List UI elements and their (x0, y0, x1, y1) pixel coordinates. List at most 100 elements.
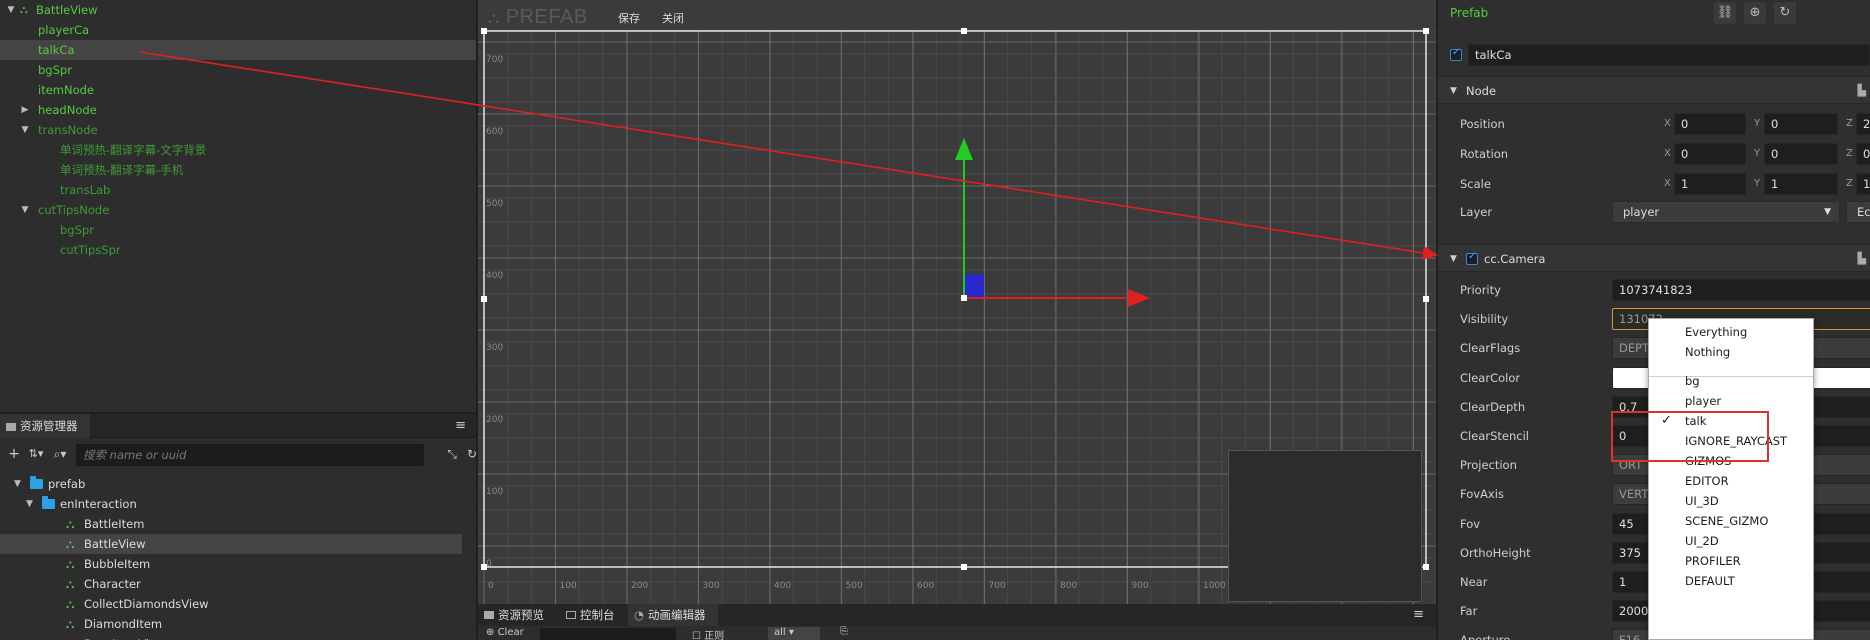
hierarchy-node[interactable]: ▶ headNode (0, 100, 476, 120)
layer-menu-item[interactable]: Nothing (1649, 342, 1813, 362)
collapse-arrow-icon: ▼ (1450, 254, 1457, 264)
tab-assets[interactable]: 资源管理器 (0, 414, 90, 438)
asset-folder-row[interactable]: ▼ enInteraction (0, 494, 462, 514)
search-filter-icon[interactable]: ⌕▾ (50, 444, 70, 464)
hierarchy-node[interactable]: talkCa (0, 40, 476, 60)
scene-view[interactable]: 700 600 500 400 300 200 100 0 0 100 200 300 400 500 60… (478, 0, 1436, 604)
hierarchy-node[interactable]: transLab (0, 180, 476, 200)
asset-prefab-row[interactable]: ⛬ BattleView (0, 534, 462, 554)
add-icon[interactable]: + (4, 444, 24, 464)
asset-prefab-row[interactable]: ⛬ BattleItem (0, 514, 462, 534)
layer-menu-item[interactable]: UI_3D (1649, 491, 1813, 511)
layer-menu-item[interactable]: IGNORE_RAYCAST (1649, 431, 1813, 451)
priority-field[interactable]: 1073741823 (1612, 279, 1870, 301)
asset-prefab-row[interactable]: ⛬DragItemView (0, 634, 462, 640)
console-search-input[interactable] (540, 628, 676, 640)
save-button[interactable]: 保存 (618, 10, 640, 26)
asset-search-input[interactable]: 搜索 name or uuid (76, 444, 424, 466)
hamburger-icon[interactable]: ≡ (1413, 604, 1424, 626)
rotation-z-field[interactable]: 0 (1856, 143, 1870, 165)
collapse-arrow-icon[interactable]: ▼ (14, 474, 21, 494)
layer-menu-item[interactable]: GIZMOS (1649, 451, 1813, 471)
hierarchy-node[interactable]: ▼ ⛬ BattleView (0, 0, 476, 20)
layer-menu-item-label: PROFILER (1685, 554, 1741, 568)
hierarchy-node-label: talkCa (38, 43, 75, 57)
tab-asset-preview[interactable]: 资源预览 (478, 604, 556, 626)
position-x-field[interactable]: 0 (1674, 113, 1746, 135)
scene-toolbar: ⛬ PREFAB 保存 关闭 (478, 0, 1436, 34)
hierarchy-node[interactable]: bgSpr (0, 60, 476, 80)
layer-menu-item[interactable]: DEFAULT (1649, 571, 1813, 591)
hierarchy-node[interactable]: 单词预热-翻译字幕-手机 (0, 160, 476, 180)
hierarchy-node[interactable]: cutTipsSpr (0, 240, 476, 260)
layer-menu-item[interactable]: PROFILER (1649, 551, 1813, 571)
collapse-icon[interactable]: ⤡ (442, 444, 462, 464)
hierarchy-node[interactable]: playerCa (0, 20, 476, 40)
node-name-field[interactable]: talkCa (1468, 44, 1870, 66)
collapse-arrow-icon[interactable]: ▼ (26, 494, 33, 514)
close-button[interactable]: 关闭 (662, 10, 684, 26)
layer-menu-item[interactable]: UI_2D (1649, 531, 1813, 551)
hierarchy-node[interactable]: itemNode (0, 80, 476, 100)
console-icon (566, 611, 576, 619)
collapse-arrow-icon[interactable]: ▼ (20, 120, 30, 140)
asset-prefab-row[interactable]: ⛬ BubbleItem (0, 554, 462, 574)
locate-icon[interactable]: ⊕ (1744, 2, 1766, 24)
hierarchy-node[interactable]: 单词预热-翻译字幕-文字背景 (0, 140, 476, 160)
hierarchy-node[interactable]: ▼ cutTipsNode (0, 200, 476, 220)
tab-console[interactable]: 控制台 (560, 604, 626, 626)
unlink-icon[interactable]: ⛓ (1714, 2, 1736, 24)
tab-animation-editor[interactable]: ◔ 动画编辑器 (628, 604, 718, 626)
hierarchy-node-label: headNode (38, 103, 97, 117)
refresh-icon[interactable]: ↻ (1774, 2, 1796, 24)
console-toolbar: ⊕ Clear ☐ 正则 all ▾ ⎘ (478, 626, 1436, 640)
animation-icon: ◔ (634, 608, 645, 622)
layer-menu-item[interactable]: EDITOR (1649, 471, 1813, 491)
layer-menu-item-label: bg (1685, 374, 1700, 388)
asset-prefab-row[interactable]: ⛬ Character (0, 574, 462, 594)
camera-enabled-checkbox[interactable] (1466, 251, 1478, 265)
copy-icon[interactable]: ⎘ (840, 626, 848, 637)
rotation-y-field[interactable]: 0 (1764, 143, 1838, 165)
scale-z-field[interactable]: 1 (1856, 173, 1870, 195)
layer-menu-item[interactable]: SCENE_GIZMO (1649, 511, 1813, 531)
node-section-header[interactable]: ▼ Node ▙ (1438, 76, 1870, 104)
book-icon[interactable]: ▙ (1858, 245, 1866, 273)
scale-y-field[interactable]: 1 (1764, 173, 1838, 195)
layer-menu-item[interactable]: ✓ talk (1649, 411, 1813, 431)
camera-section-header[interactable]: ▼ cc.Camera ▙ (1438, 244, 1870, 272)
layer-menu-item[interactable]: Everything (1649, 322, 1813, 342)
layer-menu-item-label: GIZMOS (1685, 454, 1732, 468)
node-active-checkbox[interactable] (1450, 47, 1462, 61)
layer-menu-item[interactable]: player (1649, 391, 1813, 411)
hamburger-icon[interactable]: ≡ (455, 414, 466, 438)
level-filter-select[interactable]: all ▾ (768, 627, 820, 640)
node-section-title: Node (1466, 84, 1497, 98)
scale-x-field[interactable]: 1 (1674, 173, 1746, 195)
asset-prefab-row[interactable]: ⛬ DiamondItem (0, 614, 462, 634)
rotation-x-field[interactable]: 0 (1674, 143, 1746, 165)
clear-button[interactable]: ⊕ Clear (486, 627, 524, 638)
near-label: Near (1460, 575, 1488, 589)
resize-handle (481, 296, 487, 302)
layer-select[interactable]: player ▼ (1612, 201, 1840, 223)
collapse-arrow-icon[interactable]: ▼ (20, 200, 30, 220)
sort-icon[interactable]: ⇅▾ (26, 444, 46, 464)
layer-edit-button[interactable]: Ec (1846, 201, 1870, 223)
clearcolor-label: ClearColor (1460, 370, 1521, 385)
rotation-row: Rotation X 0 Y 0 Z 0 (1438, 140, 1870, 168)
collapse-arrow-icon[interactable]: ▼ (6, 0, 16, 20)
hierarchy-node[interactable]: ▼ transNode (0, 120, 476, 140)
position-z-field[interactable]: 2000 (1856, 113, 1870, 135)
hierarchy-node-label: BattleView (36, 3, 98, 17)
regex-checkbox[interactable]: ☐ 正则 (692, 627, 724, 640)
layer-menu-item[interactable]: bg (1649, 371, 1813, 391)
position-y-field[interactable]: 0 (1764, 113, 1838, 135)
book-icon[interactable]: ▙ (1858, 77, 1866, 105)
asset-folder-row[interactable]: ▼ prefab (0, 474, 462, 494)
refresh-icon[interactable]: ↻ (462, 444, 476, 464)
asset-prefab-row[interactable]: ⛬ CollectDiamondsView (0, 594, 462, 614)
hierarchy-node[interactable]: bgSpr (0, 220, 476, 240)
expand-arrow-icon[interactable]: ▶ (20, 100, 30, 120)
y-axis-tick: 700 (486, 55, 503, 65)
